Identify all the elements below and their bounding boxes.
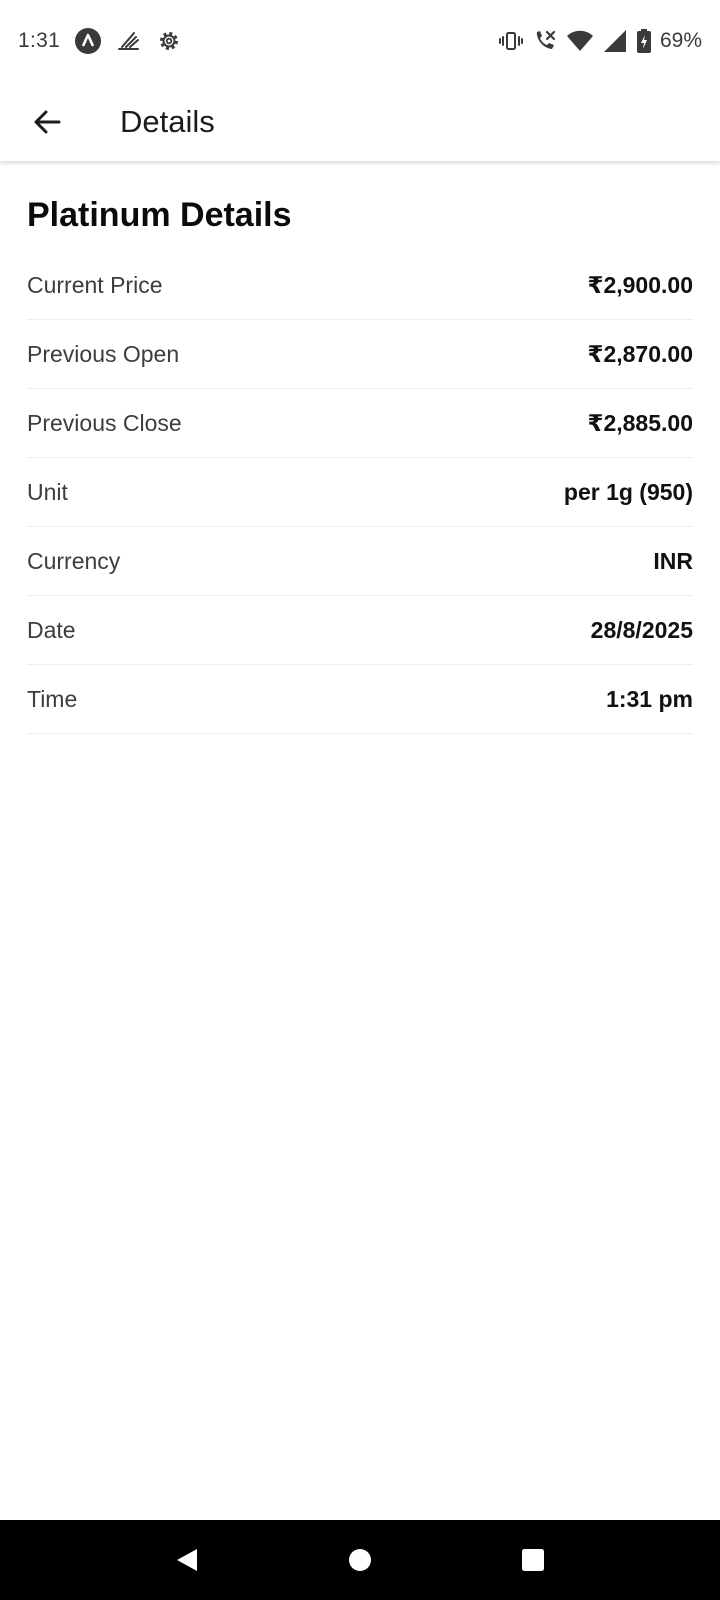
settings-icon [156, 28, 182, 54]
detail-value: ₹2,900.00 [587, 271, 693, 298]
detail-row-currency: Currency INR [27, 527, 693, 596]
detail-value: ₹2,885.00 [587, 409, 693, 436]
detail-row-previous-close: Previous Close ₹2,885.00 [27, 389, 693, 458]
detail-label: Date [27, 616, 76, 643]
status-left: 1:31 [18, 27, 182, 55]
detail-label: Current Price [27, 271, 163, 298]
detail-label: Currency [27, 547, 121, 574]
wifi-calling-icon [532, 28, 558, 54]
app-shortcut-icon [116, 28, 142, 54]
nav-recents-button[interactable] [503, 1530, 563, 1590]
nav-home-icon [346, 1546, 374, 1574]
detail-label: Previous Close [27, 409, 182, 436]
detail-label: Unit [27, 478, 68, 505]
nav-home-button[interactable] [330, 1530, 390, 1590]
detail-row-previous-open: Previous Open ₹2,870.00 [27, 320, 693, 389]
detail-label: Previous Open [27, 340, 180, 367]
screen: 1:31 69% Details Platinum Details Curren… [0, 0, 720, 1600]
nav-back-button[interactable] [157, 1530, 217, 1590]
detail-list: Current Price ₹2,900.00 Previous Open ₹2… [27, 251, 693, 734]
detail-row-date: Date 28/8/2025 [27, 596, 693, 665]
nav-recents-icon [519, 1546, 547, 1574]
status-bar: 1:31 69% [0, 0, 720, 82]
page-heading: Platinum Details [27, 196, 292, 234]
wifi-icon [566, 28, 594, 54]
status-right: 69% [498, 28, 702, 54]
detail-value: INR [653, 547, 693, 574]
detail-row-time: Time 1:31 pm [27, 665, 693, 734]
detail-label: Time [27, 685, 78, 712]
status-time: 1:31 [18, 29, 61, 52]
cell-signal-icon [602, 28, 628, 54]
battery-percentage: 69% [659, 29, 702, 52]
system-nav-bar [0, 1520, 720, 1600]
detail-value: per 1g (950) [563, 478, 693, 505]
detail-value: ₹2,870.00 [587, 340, 693, 367]
app-notification-icon [74, 27, 102, 55]
app-bar: Details [0, 82, 720, 162]
detail-row-unit: Unit per 1g (950) [27, 458, 693, 527]
detail-row-current-price: Current Price ₹2,900.00 [27, 251, 693, 320]
vibrate-icon [498, 28, 524, 54]
nav-back-icon [172, 1545, 202, 1575]
app-bar-title: Details [120, 103, 215, 139]
arrow-back-icon [31, 106, 63, 138]
detail-value: 1:31 pm [606, 685, 693, 712]
details-content: Platinum Details Current Price ₹2,900.00… [27, 162, 693, 734]
detail-value: 28/8/2025 [590, 616, 693, 643]
back-button[interactable] [19, 94, 75, 150]
battery-charging-icon [636, 28, 652, 54]
